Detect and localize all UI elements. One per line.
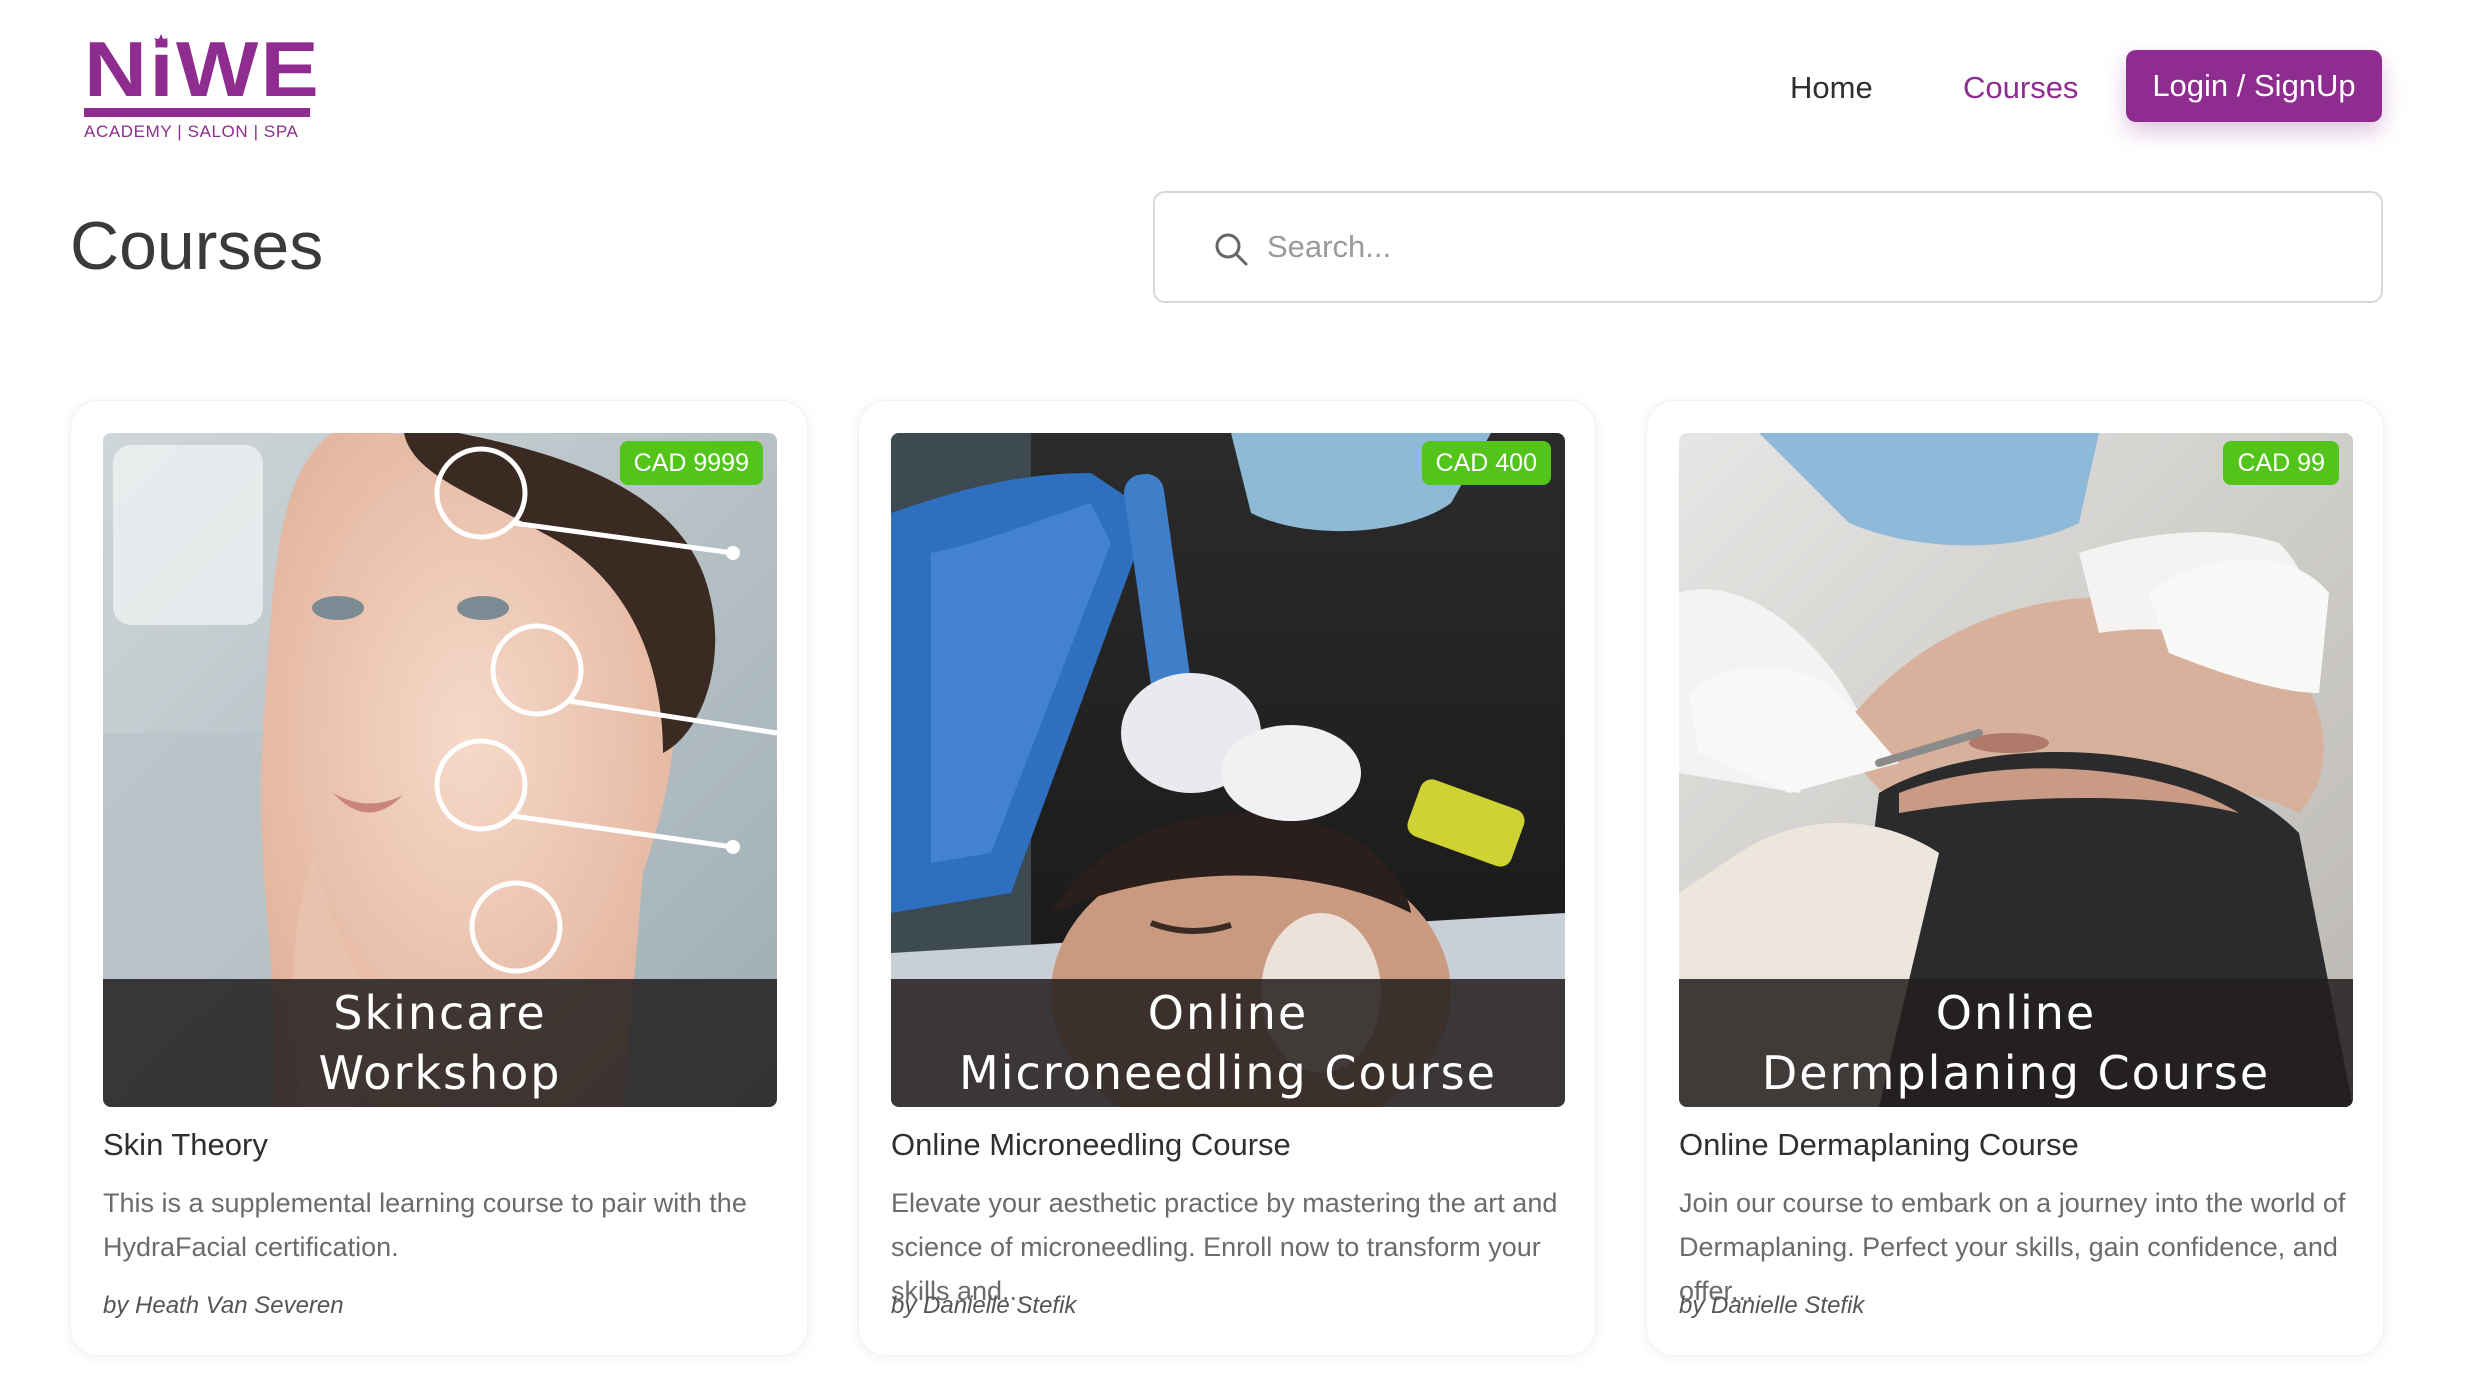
overlay-title-line: Online	[1147, 986, 1309, 1040]
price-badge: CAD 400	[1421, 441, 1551, 485]
course-author: by Danielle Stefik	[891, 1292, 1077, 1319]
course-thumbnail[interactable]: CAD 400 Online Microneedling Course	[891, 433, 1565, 1107]
course-author: by Heath Van Severen	[103, 1292, 344, 1319]
course-title[interactable]: Online Dermaplaning Course	[1679, 1125, 2079, 1165]
overlay-title-line: Online	[1935, 986, 2097, 1040]
brand-logo[interactable]: NiWE ACADEMY | SALON | SPA	[84, 30, 319, 141]
overlay-title-line: Skincare	[333, 986, 547, 1040]
course-title[interactable]: Skin Theory	[103, 1125, 268, 1165]
overlay-title-line: Workshop	[318, 1046, 562, 1100]
page: NiWE ACADEMY | SALON | SPA Home Courses …	[0, 0, 2468, 1382]
course-grid: CAD 9999 Skincare Workshop Skin Theory T…	[70, 400, 2388, 1356]
search-input[interactable]	[1265, 219, 2345, 275]
logo-underline	[84, 108, 310, 117]
search-icon	[1215, 233, 1248, 266]
price-badge: CAD 99	[2223, 441, 2339, 485]
course-description: This is a supplemental learning course t…	[103, 1188, 747, 1262]
nav-home-link[interactable]: Home	[1790, 68, 1873, 108]
course-overlay: Online Dermplaning Course	[1679, 979, 2353, 1107]
search-box[interactable]	[1153, 191, 2383, 303]
logo-tagline: ACADEMY | SALON | SPA	[84, 122, 299, 141]
nav-courses-link[interactable]: Courses	[1963, 68, 2078, 108]
logo-wordmark: NiWE	[84, 25, 322, 113]
course-author: by Danielle Stefik	[1679, 1292, 1865, 1319]
course-thumbnail[interactable]: CAD 9999 Skincare Workshop	[103, 433, 777, 1107]
course-title[interactable]: Online Microneedling Course	[891, 1125, 1291, 1165]
page-title: Courses	[70, 208, 324, 284]
course-card[interactable]: CAD 9999 Skincare Workshop Skin Theory T…	[70, 400, 808, 1356]
course-card[interactable]: CAD 99 Online Dermplaning Course Online …	[1646, 400, 2384, 1356]
course-overlay: Skincare Workshop	[103, 979, 777, 1107]
price-badge: CAD 9999	[619, 441, 763, 485]
course-overlay: Online Microneedling Course	[891, 979, 1565, 1107]
overlay-title-line: Dermplaning Course	[1761, 1046, 2271, 1100]
course-card[interactable]: CAD 400 Online Microneedling Course Onli…	[858, 400, 1596, 1356]
course-thumbnail[interactable]: CAD 99 Online Dermplaning Course	[1679, 433, 2353, 1107]
login-signup-button[interactable]: Login / SignUp	[2126, 50, 2382, 122]
overlay-title-line: Microneedling Course	[959, 1046, 1497, 1100]
